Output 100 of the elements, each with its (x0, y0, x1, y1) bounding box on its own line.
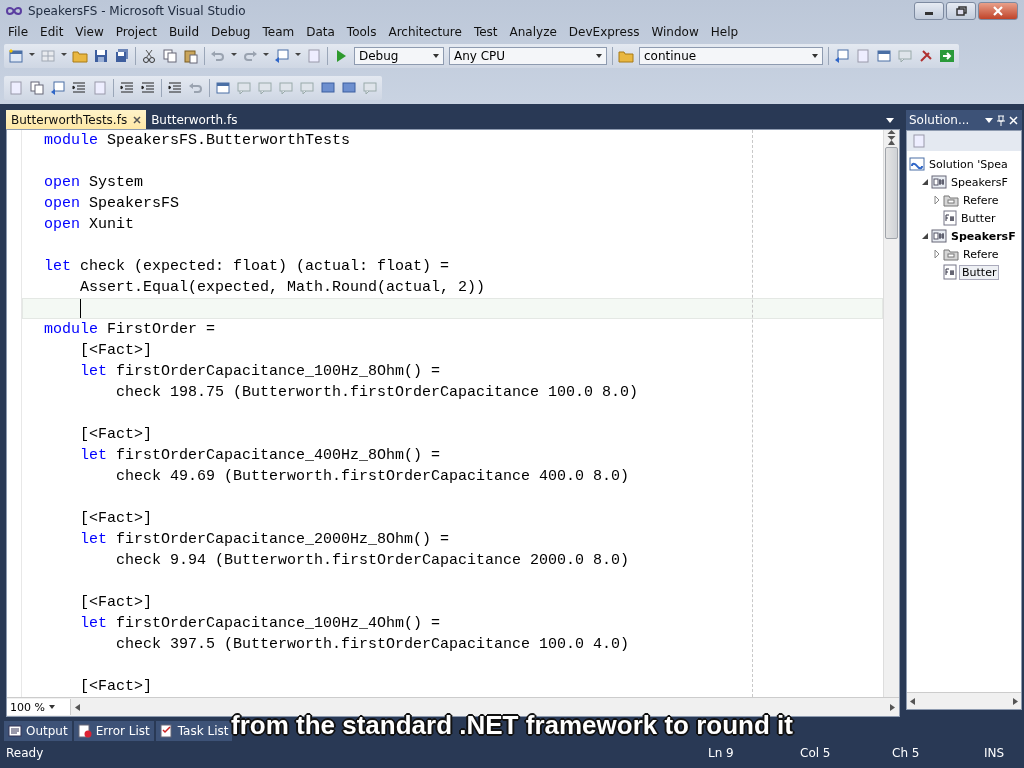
error-list-icon (77, 724, 92, 738)
code-line: check 198.75 (Butterworth.firstOrderCapacitance 100.0 8.0) (115, 383, 640, 403)
scrollbar-thumb[interactable] (885, 147, 898, 239)
folder-icon[interactable] (72, 48, 88, 64)
tree-item[interactable]: SpeakersF (949, 229, 1018, 243)
collapsed-arrow-icon[interactable] (933, 250, 941, 258)
menu-item[interactable]: Window (645, 25, 705, 39)
code-line: module FirstOrder = (44, 320, 217, 340)
fsharp-file-icon (943, 210, 957, 226)
file-tab[interactable]: Butterworth.fs (146, 110, 243, 129)
code-line: open Xunit (44, 215, 136, 235)
status-text: Ready (6, 746, 45, 760)
menu-item[interactable]: Data (300, 25, 341, 39)
code-line: [<Fact>] (79, 593, 154, 613)
new-project-icon[interactable] (8, 48, 24, 64)
menu-item[interactable]: View (69, 25, 110, 39)
tool-tab[interactable]: Output (4, 721, 72, 741)
code-line: open System (44, 173, 145, 193)
tool-tab[interactable]: Error List (73, 721, 154, 741)
zoom-dropdown[interactable]: 100 % (7, 699, 71, 715)
char-indicator: Ch 5 (892, 746, 921, 760)
menu-item[interactable]: Build (162, 25, 205, 39)
close-icon (993, 6, 1003, 16)
code-line: [<Fact>] (79, 425, 154, 445)
tree-item[interactable]: Refere (961, 247, 1001, 261)
copy-icon[interactable] (162, 48, 178, 64)
navigate-icon[interactable] (50, 80, 66, 96)
copy-icon[interactable] (29, 80, 45, 96)
window-title: SpeakersFS - Microsoft Visual Studio (28, 4, 247, 18)
project-icon (931, 228, 947, 244)
scroll-left-icon[interactable] (75, 703, 80, 711)
window-icon[interactable] (215, 80, 231, 96)
code-line: [<Fact>] (79, 509, 154, 529)
code-line: check 49.69 (Butterworth.firstOrderCapacitance 400.0 8.0) (115, 467, 631, 487)
code-line: let firstOrderCapacitance_2000Hz_8Ohm() = (79, 530, 451, 550)
menu-item[interactable]: Analyze (503, 25, 563, 39)
project-icon (931, 174, 947, 190)
scroll-right-icon[interactable] (890, 703, 895, 711)
code-line: Assert.Equal(expected, Math.Round(actual, 2)) (79, 278, 487, 298)
menu-item[interactable]: DevExpress (562, 25, 646, 39)
menu-item[interactable]: File (2, 25, 35, 39)
undo-icon[interactable] (210, 48, 226, 64)
close-button[interactable] (978, 2, 1018, 20)
pin-icon[interactable] (997, 114, 1005, 126)
menu-item[interactable]: Tools (340, 25, 383, 39)
code-line: [<Fact>] (79, 677, 154, 697)
restore-button[interactable] (946, 2, 976, 20)
save-all-icon[interactable] (114, 48, 130, 64)
folder-icon (943, 193, 959, 207)
redo-icon[interactable] (242, 48, 258, 64)
expanded-arrow-icon[interactable] (921, 178, 929, 186)
menu-item[interactable]: Architecture (382, 25, 468, 39)
menu-item[interactable]: Help (704, 25, 745, 39)
indent-icon[interactable] (140, 80, 156, 96)
file-tab[interactable]: ButterworthTests.fs (6, 110, 147, 129)
dropdown-icon[interactable] (886, 117, 894, 123)
window-icon[interactable] (876, 48, 892, 64)
navigate-icon[interactable] (274, 48, 290, 64)
text-cursor (80, 299, 81, 318)
solution-icon (909, 156, 925, 172)
line-indicator: Ln 9 (708, 746, 735, 760)
platform-dropdown[interactable]: Any CPU (449, 47, 607, 65)
tree-item[interactable]: Butter (959, 211, 998, 225)
undo-icon[interactable] (188, 80, 204, 96)
save-icon[interactable] (93, 48, 109, 64)
collapsed-arrow-icon[interactable] (933, 196, 941, 204)
indent-icon[interactable] (119, 80, 135, 96)
tree-item[interactable]: Butter (959, 264, 1000, 280)
indent-icon[interactable] (167, 80, 183, 96)
indent-icon[interactable] (71, 80, 87, 96)
app-logo-icon (6, 6, 22, 16)
output-icon (8, 724, 22, 738)
code-line: check 397.5 (Butterworth.firstOrderCapacitance 100.0 4.0) (115, 635, 631, 655)
column-indicator: Col 5 (800, 746, 832, 760)
scissors-icon[interactable] (141, 48, 157, 64)
tree-item[interactable]: Solution 'Spea (927, 157, 1010, 171)
navigate-icon[interactable] (834, 48, 850, 64)
tree-item[interactable]: Refere (961, 193, 1001, 207)
restore-icon (955, 6, 967, 16)
dropdown-icon[interactable] (985, 117, 993, 123)
menu-item[interactable]: Test (467, 25, 504, 39)
find-dropdown[interactable]: continue (639, 47, 823, 65)
code-line: module SpeakersFS.ButterworthTests (44, 131, 352, 151)
folder-icon[interactable] (618, 48, 634, 64)
menu-item[interactable]: Edit (34, 25, 70, 39)
configuration-dropdown[interactable]: Debug (354, 47, 444, 65)
scroll-right-icon[interactable] (1013, 697, 1018, 705)
paste-icon[interactable] (183, 48, 199, 64)
menu-item[interactable]: Team (256, 25, 301, 39)
folder-icon (943, 247, 959, 261)
expanded-arrow-icon[interactable] (921, 232, 929, 240)
menu-item[interactable]: Project (109, 25, 163, 39)
minimize-button[interactable] (914, 2, 944, 20)
insert-mode-indicator: INS (984, 746, 1006, 760)
menu-item[interactable]: Debug (205, 25, 257, 39)
tree-item[interactable]: SpeakersF (949, 175, 1010, 189)
close-icon[interactable] (133, 115, 142, 124)
code-line: [<Fact>] (79, 341, 154, 361)
scroll-left-icon[interactable] (910, 697, 915, 705)
code-line: open SpeakersFS (44, 194, 181, 214)
